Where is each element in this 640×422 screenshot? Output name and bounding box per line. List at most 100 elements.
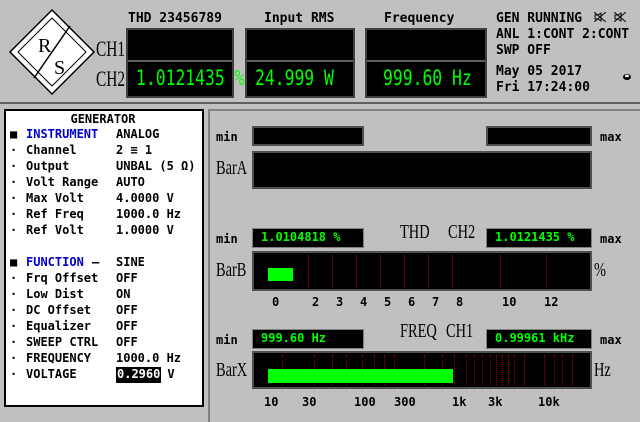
generator-row-value[interactable]: SINE <box>116 255 145 269</box>
bar-b-tick-label: 5 <box>384 295 392 309</box>
generator-row[interactable]: · Max Volt 4.0000 V <box>8 191 200 207</box>
generator-row-label: SWEEP CTRL <box>26 335 99 349</box>
generator-row-value[interactable]: OFF <box>116 319 138 333</box>
bar-x-tick-label: 30 <box>302 395 317 409</box>
generator-row[interactable]: · VOLTAGE 0.2960 V <box>8 367 200 383</box>
row-bullet-icon: · <box>10 319 18 333</box>
bar-x-max-label: max <box>600 333 622 347</box>
generator-row[interactable]: · Low Dist ON <box>8 287 200 303</box>
bar-b-name: BarB <box>216 259 247 281</box>
grid-line <box>546 255 547 287</box>
bar-a-graph <box>252 151 592 189</box>
generator-row[interactable]: · Ref Freq 1000.0 Hz <box>8 207 200 223</box>
grid-line <box>514 355 515 385</box>
generator-row-label: Channel <box>26 143 77 157</box>
speaker-muted-icon <box>613 11 627 23</box>
generator-row-value[interactable]: 1000.0 Hz <box>116 207 181 221</box>
generator-row-label: DC Offset <box>26 303 92 317</box>
grid-line <box>404 255 405 287</box>
row-bullet-icon: · <box>10 287 18 301</box>
generator-row[interactable]: · SWEEP CTRL OFF <box>8 335 200 351</box>
bar-b-max-value: 1.0121435 % <box>486 228 592 248</box>
bar-x-unit: Hz <box>594 359 611 381</box>
generator-row-value[interactable]: OFF <box>116 335 138 349</box>
bar-x-tick-label: 100 <box>354 395 376 409</box>
bar-x-max-value: 0.99961 kHz <box>486 329 592 349</box>
generator-row-value[interactable]: ON <box>116 287 130 301</box>
generator-row-label: Ref Freq <box>26 207 84 221</box>
bar-x-header-right: CH1 <box>446 320 474 342</box>
generator-row-value[interactable]: AUTO <box>116 175 145 189</box>
svg-text:R: R <box>38 35 52 57</box>
bar-x-fill <box>268 369 453 383</box>
ch2-thd-value: 1.0121435 % <box>136 66 245 90</box>
speaker-muted-icon <box>593 11 607 23</box>
bar-x-tick-label: 300 <box>394 395 416 409</box>
row-bullet-icon: · <box>10 271 18 285</box>
generator-row-value[interactable]: 1.0000 V <box>116 223 174 237</box>
grid-line <box>500 255 501 287</box>
thd-column-title: THD 23456789 <box>128 11 222 26</box>
bar-b-tick-label: 12 <box>544 295 559 309</box>
bar-a-max-box <box>486 126 592 146</box>
generator-row-value[interactable]: OFF <box>116 303 138 317</box>
grid-line <box>482 355 483 385</box>
grid-line <box>508 355 509 385</box>
grid-line <box>308 255 309 287</box>
generator-row-value[interactable]: 0.2960 V <box>116 367 175 383</box>
bar-x-tick-label: 10 <box>264 395 279 409</box>
bar-b-unit: % <box>594 259 607 281</box>
generator-row[interactable]: · DC Offset OFF <box>8 303 200 319</box>
row-bullet-icon: · <box>10 191 18 205</box>
ch2-label: CH2 <box>96 66 126 91</box>
row-bullet-icon: · <box>10 303 18 317</box>
bar-b-max-label: max <box>600 232 622 246</box>
bar-b-min-label: min <box>216 232 238 246</box>
frequency-column-title: Frequency <box>384 11 455 26</box>
bar-b-tick-label: 2 <box>312 295 320 309</box>
generator-row[interactable]: · Channel 2 ≡ 1 <box>8 143 200 159</box>
bar-b-tick-label: 4 <box>360 295 368 309</box>
date-text: May 05 2017 <box>496 64 583 79</box>
voltage-input[interactable]: 0.2960 <box>116 367 162 383</box>
generator-row-value[interactable]: UNBAL (5 Ω) <box>116 159 195 173</box>
rms-display: 24.999 W <box>245 28 355 98</box>
status-sweep: SWP OFF <box>496 43 551 58</box>
generator-row-value[interactable]: ANALOG <box>116 127 159 141</box>
grid-line <box>428 255 429 287</box>
generator-row[interactable]: ■ INSTRUMENT ANALOG <box>8 127 200 143</box>
generator-row-label: FUNCTION <box>26 255 84 269</box>
bar-x-tick-label: 1k <box>452 395 467 409</box>
generator-row-label: INSTRUMENT <box>26 127 99 141</box>
generator-row-value[interactable]: OFF <box>116 271 138 285</box>
bar-b-fill <box>268 268 293 281</box>
generator-row-label: FREQUENCY <box>26 351 92 365</box>
ch-divider <box>367 60 485 62</box>
bar-b-min-value: 1.0104818 % <box>252 228 364 248</box>
row-bullet-icon: · <box>10 351 18 365</box>
generator-row[interactable]: · Equalizer OFF <box>8 319 200 335</box>
bar-b-tick-label: 7 <box>432 295 440 309</box>
generator-row-value[interactable]: 4.0000 V <box>116 191 174 205</box>
bar-b-tick-label: 8 <box>456 295 464 309</box>
generator-row-label: Output <box>26 159 70 173</box>
bar-x-header-left: FREQ <box>400 320 437 342</box>
generator-panel: ■ INSTRUMENT ANALOG · Channel 2 ≡ 1 · Output UNB… <box>4 109 204 407</box>
generator-row[interactable]: · Ref Volt 1.0000 V <box>8 223 200 239</box>
grid-line <box>524 355 525 385</box>
generator-row[interactable]: · Volt Range AUTO <box>8 175 200 191</box>
generator-row[interactable]: ■ FUNCTION — SINE <box>8 255 200 271</box>
bar-x-tick-label: 3k <box>488 395 503 409</box>
generator-row[interactable]: · Output UNBAL (5 Ω) <box>8 159 200 175</box>
row-bullet-icon: · <box>10 143 18 157</box>
generator-row-value[interactable]: 1000.0 Hz <box>116 351 181 365</box>
status-gen-text: GEN RUNNING <box>496 11 583 26</box>
grid-line <box>554 355 555 385</box>
generator-row-value[interactable]: 2 ≡ 1 <box>116 143 152 157</box>
row-bullet-icon: · <box>10 223 18 237</box>
generator-row[interactable]: · FREQUENCY 1000.0 Hz <box>8 351 200 367</box>
generator-row[interactable]: · Frq Offset OFF <box>8 271 200 287</box>
bar-b-header-right: CH2 <box>448 221 476 243</box>
bar-b-tick-label: 6 <box>408 295 416 309</box>
bar-b-header-left: THD <box>400 221 430 243</box>
